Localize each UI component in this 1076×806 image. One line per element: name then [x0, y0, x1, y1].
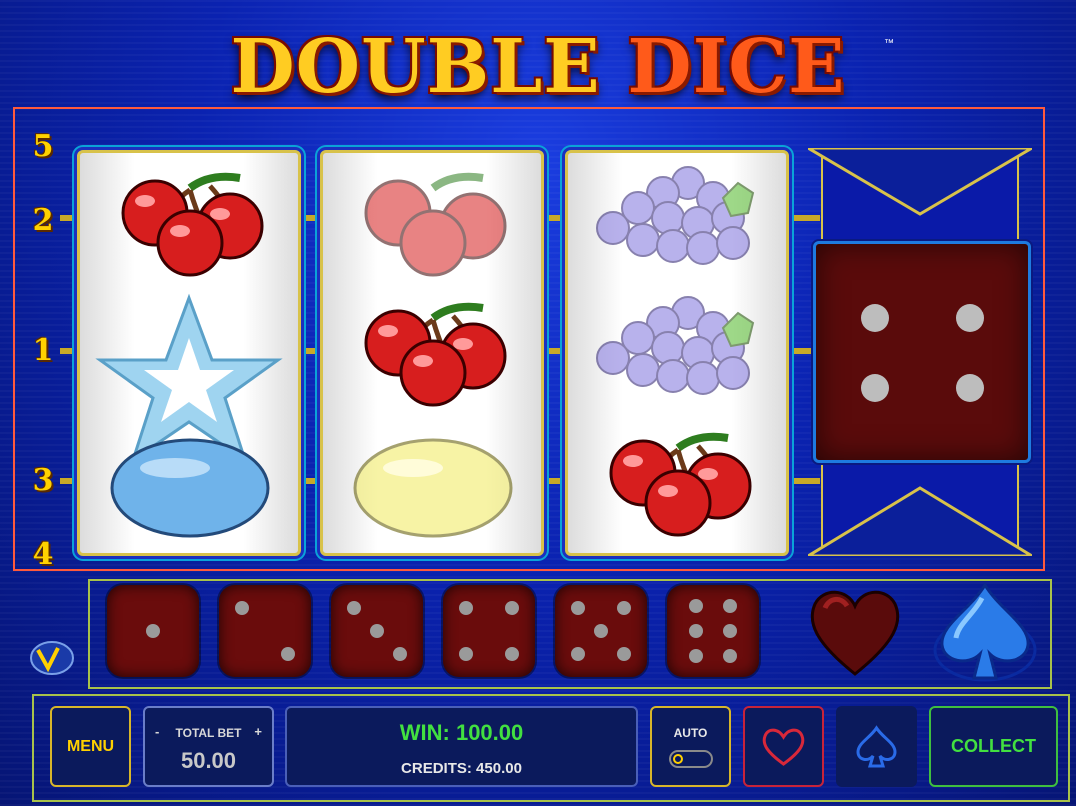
credits-amount: CREDITS: 450.00 — [401, 760, 522, 777]
grapes-icon — [596, 296, 755, 395]
menu-button[interactable]: MENU — [50, 706, 131, 787]
die-pip — [861, 374, 889, 402]
win-credits-panel: WIN: 100.00 CREDITS: 450.00 — [285, 706, 638, 787]
spade-icon — [856, 725, 897, 768]
cherry-icon — [121, 172, 264, 277]
title-word-dice: DICE — [627, 24, 846, 110]
gamble-heart-button[interactable] — [743, 706, 824, 787]
heart-icon — [762, 728, 805, 766]
win-amount: WIN: 100.00 — [399, 720, 524, 745]
autoplay-toggle[interactable]: AUTO — [650, 706, 731, 787]
bonus-die-1 — [107, 585, 199, 677]
plum-icon — [110, 438, 270, 538]
auto-switch[interactable] — [669, 750, 713, 768]
heart-icon[interactable] — [805, 582, 905, 682]
line-number-3: 3 — [32, 463, 54, 498]
bonus-die-4 — [443, 585, 535, 677]
star-icon — [95, 293, 283, 464]
line-number-1: 1 — [32, 333, 54, 368]
reel-3 — [565, 150, 789, 556]
cherry-icon — [364, 172, 507, 277]
line-number-2: 2 — [32, 203, 54, 238]
grapes-icon — [596, 166, 755, 265]
die-pip — [956, 374, 984, 402]
line-number-4: 4 — [32, 537, 54, 572]
logo-badge-icon — [30, 640, 74, 676]
reel-1 — [77, 150, 301, 556]
gamble-spade-button[interactable] — [836, 706, 917, 787]
total-bet-value: 50.00 — [180, 748, 237, 773]
total-bet-panel: - TOTAL BET + 50.00 — [143, 706, 274, 787]
trademark-mark: ™ — [884, 38, 894, 49]
bet-increase-button[interactable]: + — [254, 724, 262, 739]
spade-icon[interactable] — [930, 580, 1040, 688]
bonus-die-5 — [555, 585, 647, 677]
line-number-5: 5 — [32, 129, 54, 164]
title-word-double: DOUBLE — [230, 24, 601, 110]
cherry-icon — [364, 302, 507, 407]
reel-2 — [320, 150, 544, 556]
die-pip — [861, 304, 889, 332]
cherry-icon — [609, 432, 752, 537]
bonus-die-2 — [219, 585, 311, 677]
die-pip — [956, 304, 984, 332]
lemon-icon — [353, 438, 513, 538]
auto-label: AUTO — [673, 726, 708, 740]
bonus-die-6 — [667, 585, 759, 677]
collect-button[interactable]: COLLECT — [929, 706, 1058, 787]
total-bet-label: TOTAL BET — [175, 726, 242, 740]
game-title: DOUBLE DICE — [0, 22, 1076, 112]
big-die — [813, 241, 1031, 463]
bonus-die-3 — [331, 585, 423, 677]
